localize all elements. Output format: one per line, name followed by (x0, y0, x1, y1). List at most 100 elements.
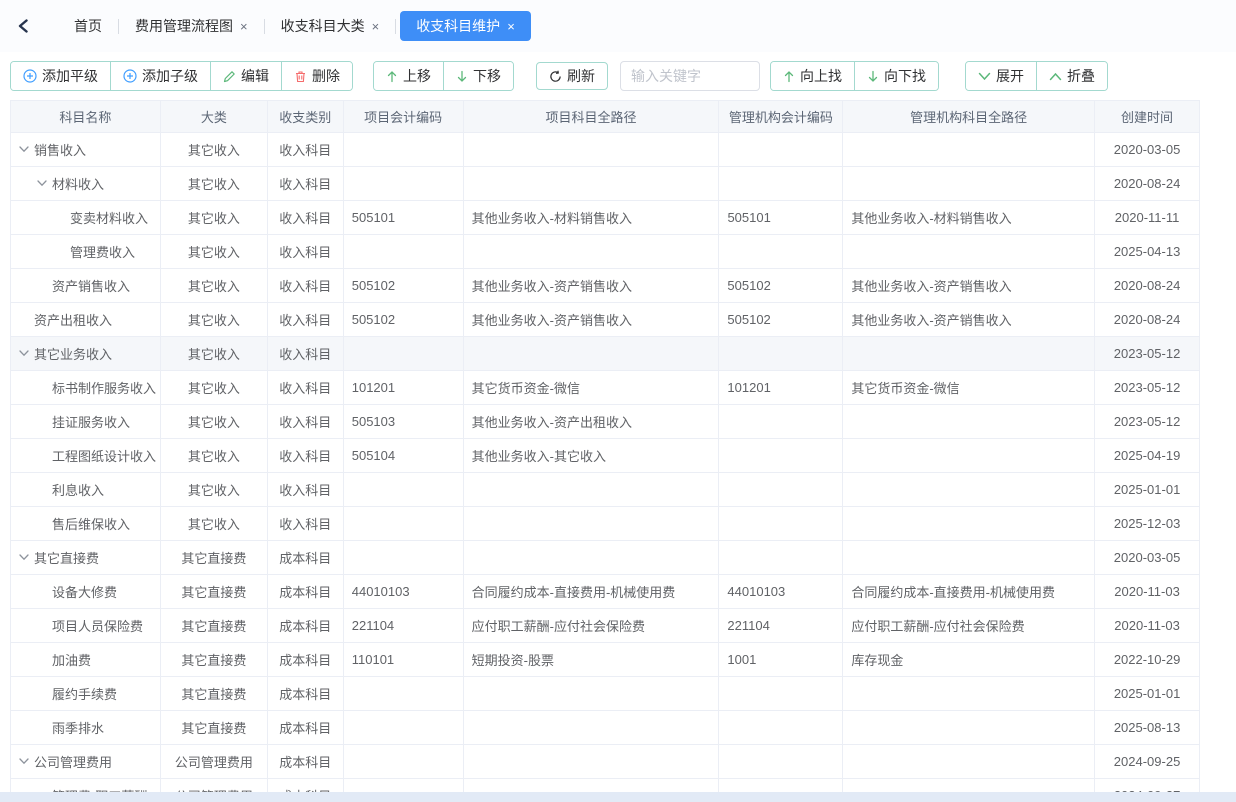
org-path-cell (843, 541, 1095, 574)
close-icon[interactable]: × (507, 20, 515, 33)
refresh-button[interactable]: 刷新 (536, 62, 608, 90)
subject-tree-table: 科目名称 大类 收支类别 项目会计编码 项目科目全路径 管理机构会计编码 管理机… (10, 100, 1200, 802)
project-code-cell: 505104 (344, 439, 464, 472)
expand-all-button[interactable]: 展开 (966, 62, 1036, 90)
find-button-group: 向上找 向下找 (770, 61, 939, 91)
org-path-cell (843, 133, 1095, 166)
delete-button[interactable]: 删除 (281, 62, 352, 90)
project-path-cell (464, 235, 720, 268)
io-type-cell: 成本科目 (268, 745, 344, 778)
org-code-cell (719, 405, 843, 438)
org-code-cell (719, 507, 843, 540)
move-down-button[interactable]: 下移 (443, 62, 513, 90)
arrow-down-icon (867, 70, 879, 83)
project-code-cell: 505102 (344, 269, 464, 302)
table-row[interactable]: 材料收入 其它收入 收入科目 2020-08-24 (11, 167, 1200, 201)
close-icon[interactable]: × (372, 20, 380, 33)
project-code-cell: 221104 (344, 609, 464, 642)
table-row[interactable]: 售后维保收入 其它收入 收入科目 2025-12-03 (11, 507, 1200, 541)
table-row[interactable]: 公司管理费用 公司管理费用 成本科目 2024-09-25 (11, 745, 1200, 779)
io-type-cell: 成本科目 (268, 711, 344, 744)
org-code-cell (719, 541, 843, 574)
table-row[interactable]: 管理费收入 其它收入 收入科目 2025-04-13 (11, 235, 1200, 269)
column-header-project-code: 项目会计编码 (344, 101, 464, 132)
expand-arrow-icon[interactable] (19, 758, 34, 765)
back-chevron-icon[interactable] (10, 11, 36, 41)
edit-button[interactable]: 编辑 (210, 62, 281, 90)
project-path-cell: 其他业务收入-资产出租收入 (464, 405, 720, 438)
table-row[interactable]: 设备大修费 其它直接费 成本科目 44010103 合同履约成本-直接费用-机械… (11, 575, 1200, 609)
created-cell: 2020-11-03 (1095, 609, 1200, 642)
created-cell: 2020-11-11 (1095, 201, 1200, 234)
refresh-icon (549, 70, 562, 83)
table-row[interactable]: 标书制作服务收入 其它收入 收入科目 101201 其它货币资金-微信 1012… (11, 371, 1200, 405)
created-cell: 2025-01-01 (1095, 677, 1200, 710)
org-code-cell (719, 133, 843, 166)
table-row[interactable]: 资产出租收入 其它收入 收入科目 505102 其他业务收入-资产销售收入 50… (11, 303, 1200, 337)
org-code-cell (719, 745, 843, 778)
subject-name: 资产销售收入 (52, 276, 130, 295)
org-code-cell (719, 167, 843, 200)
subject-name: 挂证服务收入 (52, 412, 130, 431)
org-path-cell: 库存现金 (843, 643, 1095, 676)
subject-name: 项目人员保险费 (52, 616, 143, 635)
pencil-icon (223, 70, 236, 83)
expand-arrow-icon[interactable] (19, 146, 34, 153)
org-path-cell: 其他业务收入-材料销售收入 (843, 201, 1095, 234)
project-code-cell (344, 677, 464, 710)
arrow-up-icon (386, 70, 398, 83)
tab-expense-flow[interactable]: 费用管理流程图 × (119, 11, 264, 41)
project-path-cell: 其他业务收入-其它收入 (464, 439, 720, 472)
io-type-cell: 成本科目 (268, 643, 344, 676)
io-type-cell: 收入科目 (268, 269, 344, 302)
tab-home[interactable]: 首页 (58, 11, 118, 41)
tab-subject-category[interactable]: 收支科目大类 × (265, 11, 396, 41)
table-row[interactable]: 项目人员保险费 其它直接费 成本科目 221104 应付职工薪酬-应付社会保险费… (11, 609, 1200, 643)
table-row[interactable]: 工程图纸设计收入 其它收入 收入科目 505104 其他业务收入-其它收入 20… (11, 439, 1200, 473)
table-row[interactable]: 销售收入 其它收入 收入科目 2020-03-05 (11, 133, 1200, 167)
table-row[interactable]: 变卖材料收入 其它收入 收入科目 505101 其他业务收入-材料销售收入 50… (11, 201, 1200, 235)
io-type-cell: 收入科目 (268, 167, 344, 200)
table-row[interactable]: 其它业务收入 其它收入 收入科目 2023-05-12 (11, 337, 1200, 371)
subject-name-cell: 其它直接费 (11, 541, 161, 574)
table-row[interactable]: 挂证服务收入 其它收入 收入科目 505103 其他业务收入-资产出租收入 20… (11, 405, 1200, 439)
org-code-cell (719, 439, 843, 472)
collapse-all-button[interactable]: 折叠 (1036, 62, 1107, 90)
subject-name: 履约手续费 (52, 684, 117, 703)
org-path-cell (843, 167, 1095, 200)
table-row[interactable]: 雨季排水 其它直接费 成本科目 2025-08-13 (11, 711, 1200, 745)
created-cell: 2020-08-24 (1095, 303, 1200, 336)
subject-name: 资产出租收入 (34, 310, 112, 329)
tab-subject-maintenance[interactable]: 收支科目维护 × (400, 11, 531, 41)
expand-arrow-icon[interactable] (19, 350, 34, 357)
subject-name-cell: 资产出租收入 (11, 303, 161, 336)
expand-arrow-icon[interactable] (37, 180, 52, 187)
io-type-cell: 收入科目 (268, 473, 344, 506)
expand-arrow-icon[interactable] (19, 554, 34, 561)
project-code-cell (344, 745, 464, 778)
project-code-cell (344, 337, 464, 370)
org-path-cell (843, 235, 1095, 268)
org-code-cell (719, 677, 843, 710)
category-cell: 其它收入 (161, 405, 268, 438)
find-up-button[interactable]: 向上找 (771, 62, 854, 90)
subject-name-cell: 标书制作服务收入 (11, 371, 161, 404)
subject-name-cell: 公司管理费用 (11, 745, 161, 778)
add-child-button[interactable]: 添加子级 (110, 62, 210, 90)
project-path-cell (464, 745, 720, 778)
add-sibling-button[interactable]: 添加平级 (11, 62, 110, 90)
search-input[interactable] (620, 61, 760, 91)
subject-name: 标书制作服务收入 (52, 378, 156, 397)
move-up-button[interactable]: 上移 (374, 62, 443, 90)
io-type-cell: 收入科目 (268, 235, 344, 268)
table-row[interactable]: 利息收入 其它收入 收入科目 2025-01-01 (11, 473, 1200, 507)
horizontal-scrollbar[interactable] (0, 792, 1236, 802)
table-row[interactable]: 加油费 其它直接费 成本科目 110101 短期投资-股票 1001 库存现金 … (11, 643, 1200, 677)
table-row[interactable]: 资产销售收入 其它收入 收入科目 505102 其他业务收入-资产销售收入 50… (11, 269, 1200, 303)
org-code-cell: 44010103 (719, 575, 843, 608)
find-down-button[interactable]: 向下找 (854, 62, 938, 90)
org-path-cell (843, 337, 1095, 370)
table-row[interactable]: 履约手续费 其它直接费 成本科目 2025-01-01 (11, 677, 1200, 711)
table-row[interactable]: 其它直接费 其它直接费 成本科目 2020-03-05 (11, 541, 1200, 575)
close-icon[interactable]: × (240, 20, 248, 33)
